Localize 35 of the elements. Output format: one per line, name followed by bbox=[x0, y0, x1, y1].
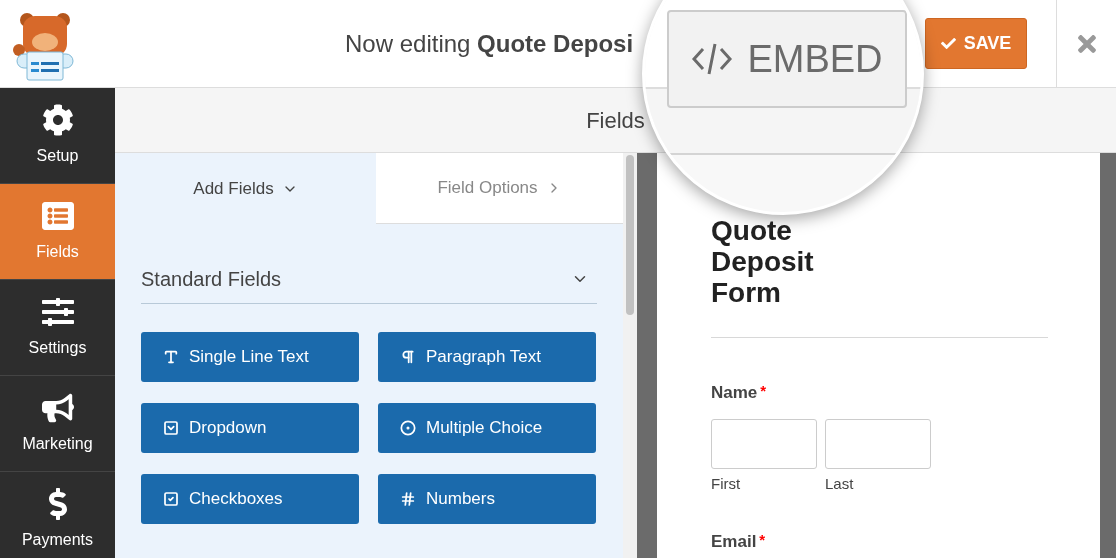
text-icon bbox=[163, 349, 179, 365]
text-input[interactable] bbox=[825, 418, 931, 469]
checkbox-icon bbox=[163, 491, 179, 507]
dropdown-icon bbox=[163, 420, 179, 436]
scrollbar-thumb[interactable] bbox=[626, 155, 634, 315]
radio-icon bbox=[400, 420, 416, 436]
check-icon bbox=[940, 36, 956, 51]
list-icon bbox=[41, 199, 74, 232]
megaphone-icon bbox=[41, 391, 74, 424]
section-title: Standard Fields bbox=[141, 267, 282, 292]
field-type-button[interactable]: Single Line Text bbox=[141, 332, 359, 382]
required-asterisk: * bbox=[760, 381, 767, 401]
sidebar-item[interactable]: Fields bbox=[0, 184, 115, 280]
field-type-button[interactable]: Numbers bbox=[378, 474, 596, 524]
code-icon bbox=[691, 42, 734, 76]
page-title: Now editing Quote Deposi bbox=[345, 28, 634, 59]
text-input[interactable] bbox=[711, 418, 817, 469]
sliders-icon bbox=[41, 295, 74, 328]
hash-icon bbox=[400, 491, 416, 507]
sub-field-label: First bbox=[711, 473, 742, 494]
sub-field-label: Last bbox=[825, 473, 855, 494]
field-type-button[interactable]: Paragraph Text bbox=[378, 332, 596, 382]
panel-tab[interactable]: Field Options bbox=[376, 153, 623, 224]
field-type-button[interactable]: Multiple Choice bbox=[378, 403, 596, 453]
pilcrow-icon bbox=[400, 349, 416, 365]
field-label: Name bbox=[711, 382, 758, 404]
required-asterisk: * bbox=[759, 530, 766, 550]
embed-button[interactable]: EMBED bbox=[667, 10, 907, 108]
gear-icon bbox=[41, 103, 74, 136]
save-button[interactable]: SAVE bbox=[925, 18, 1027, 69]
field-type-button[interactable]: Dropdown bbox=[141, 403, 359, 453]
field-type-button[interactable]: Checkboxes bbox=[141, 474, 359, 524]
field-label: Email bbox=[711, 531, 757, 553]
form-title: Quote Deposit Form bbox=[711, 215, 815, 308]
panel-title: Fields bbox=[586, 106, 645, 135]
